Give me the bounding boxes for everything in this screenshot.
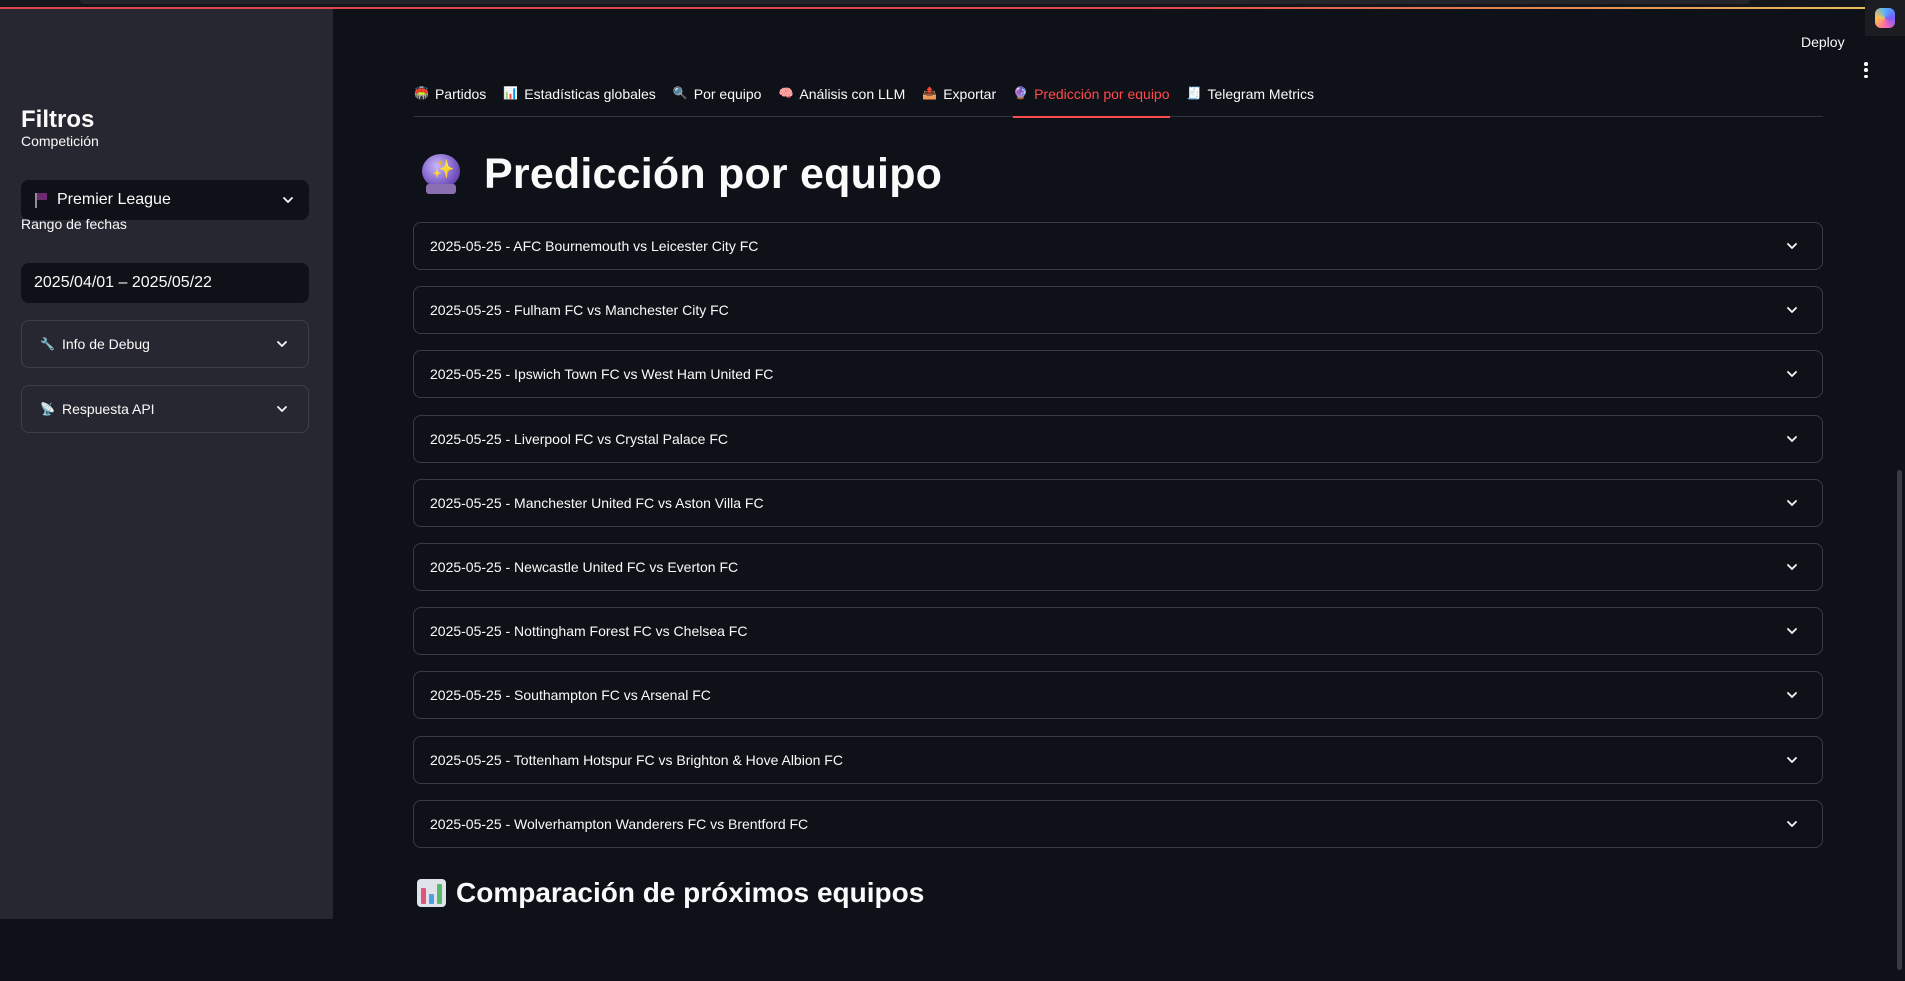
competition-select[interactable]: Premier League [21,180,309,220]
competition-value: Premier League [57,191,171,208]
match-label: 2025-05-25 - Liverpool FC vs Crystal Pal… [430,430,729,447]
tab-label: Partidos [434,86,487,102]
date-range-label: Rango de fechas [21,216,127,232]
page-title-text: Predicción por equipo [484,150,943,198]
tab-partidos[interactable]: 🏟️ Partidos [414,84,486,117]
copilot-button[interactable] [1865,0,1905,36]
match-label: 2025-05-25 - Manchester United FC vs Ast… [430,494,764,511]
chevron-down-icon [1784,816,1800,832]
match-expander[interactable]: 2025-05-25 - Wolverhampton Wanderers FC … [413,799,1823,848]
debug-info-label: Info de Debug [61,336,150,352]
match-expander[interactable]: 2025-05-25 - Fulham FC vs Manchester Cit… [413,286,1823,335]
match-expander[interactable]: 2025-05-25 - Tottenham Hotspur FC vs Bri… [413,735,1823,784]
match-label: 2025-05-25 - AFC Bournemouth vs Leiceste… [430,238,759,254]
chevron-down-icon [1784,752,1800,768]
tab-label: Predicción por equipo [1034,86,1170,102]
match-label: 2025-05-25 - Newcastle United FC vs Ever… [430,558,739,575]
wrench-icon: 🔧 [40,337,55,351]
crystal-ball-icon: ✨ [420,153,462,196]
page-scrollbar[interactable] [1897,470,1902,970]
chevron-down-icon [274,336,290,352]
match-expander[interactable]: 2025-05-25 - AFC Bournemouth vs Leiceste… [413,222,1823,270]
match-list: 2025-05-25 - AFC Bournemouth vs Leiceste… [413,222,1823,864]
match-label: 2025-05-25 - Ipswich Town FC vs West Ham… [430,366,774,383]
tab-exportar[interactable]: 📤 Exportar [922,84,996,117]
main-menu-icon[interactable] [1860,62,1872,78]
stadium-icon: 🏟️ [414,86,429,100]
match-label: 2025-05-25 - Tottenham Hotspur FC vs Bri… [430,751,843,768]
sidebar-footer-gap [0,919,328,981]
bar-chart-icon: 📊 [503,86,519,100]
chevron-down-icon [1784,302,1800,318]
tab-label: Exportar [943,86,997,102]
chevron-down-icon [1784,495,1800,511]
tab-label: Por equipo [693,86,762,102]
match-label: 2025-05-25 - Fulham FC vs Manchester Cit… [430,302,729,319]
tab-bar: 🏟️ Partidos 📊 Estadísticas globales 🔍 Por e… [414,84,1823,118]
match-expander[interactable]: 2025-05-25 - Nottingham Forest FC vs Che… [413,607,1823,656]
comparison-section-title: Comparación de próximos equipos [417,877,924,909]
chevron-down-icon [1784,623,1800,639]
match-expander[interactable]: 2025-05-25 - Southampton FC vs Arsenal F… [413,671,1823,720]
chevron-down-icon [1784,687,1800,703]
match-expander[interactable]: 2025-05-25 - Manchester United FC vs Ast… [413,478,1823,527]
match-expander[interactable]: 2025-05-25 - Ipswich Town FC vs West Ham… [413,350,1823,399]
bar-chart-icon [417,879,446,907]
date-range-input[interactable]: 2025/04/01 – 2025/05/22 [21,263,309,303]
outbox-icon: 📤 [922,86,938,100]
chevron-down-icon [274,401,290,417]
match-label: 2025-05-25 - Nottingham Forest FC vs Che… [430,623,748,640]
tab-label: Telegram Metrics [1207,86,1315,102]
page-title: ✨ Predicción por equipo [420,150,942,199]
sidebar: Filtros Competición Premier League Rango… [0,9,333,919]
deploy-button[interactable]: Deploy [1801,34,1845,50]
tab-prediccion-por-equipo[interactable]: 🔮 Predicción por equipo [1013,84,1170,118]
api-response-label: Respuesta API [61,401,155,417]
flag-icon [34,192,48,208]
tab-estadisticas-globales[interactable]: 📊 Estadísticas globales [503,84,655,117]
match-label: 2025-05-25 - Southampton FC vs Arsenal F… [430,687,711,704]
tab-label: Estadísticas globales [524,86,656,102]
browser-address-bar[interactable] [80,0,1750,4]
satellite-icon: 📡 [40,402,55,416]
api-response-expander[interactable]: 📡 Respuesta API [21,385,309,433]
chevron-down-icon [1784,431,1800,447]
magnifier-icon: 🔍 [672,86,688,100]
tab-telegram-metrics[interactable]: 🧾 Telegram Metrics [1187,84,1315,117]
receipt-icon: 🧾 [1186,86,1202,100]
browser-top-strip [0,0,1905,9]
date-range-value: 2025/04/01 – 2025/05/22 [34,274,212,291]
tab-label: Análisis con LLM [799,86,906,102]
crystal-ball-icon: 🔮 [1013,86,1029,100]
tab-analisis-llm[interactable]: 🧠 Análisis con LLM [778,84,905,117]
chevron-down-icon [1784,559,1800,575]
brain-icon: 🧠 [778,86,794,100]
tab-por-equipo[interactable]: 🔍 Por equipo [673,84,762,117]
chevron-down-icon [280,192,296,208]
competition-label: Competición [21,133,99,149]
match-label: 2025-05-25 - Wolverhampton Wanderers FC … [430,815,809,832]
comparison-section-title-text: Comparación de próximos equipos [456,877,925,908]
debug-info-expander[interactable]: 🔧 Info de Debug [21,320,309,368]
chevron-down-icon [1784,366,1800,382]
copilot-icon [1875,8,1895,28]
match-expander[interactable]: 2025-05-25 - Liverpool FC vs Crystal Pal… [413,414,1823,463]
chevron-down-icon [1784,238,1800,254]
sidebar-title: Filtros [21,106,95,133]
match-expander[interactable]: 2025-05-25 - Newcastle United FC vs Ever… [413,542,1823,591]
